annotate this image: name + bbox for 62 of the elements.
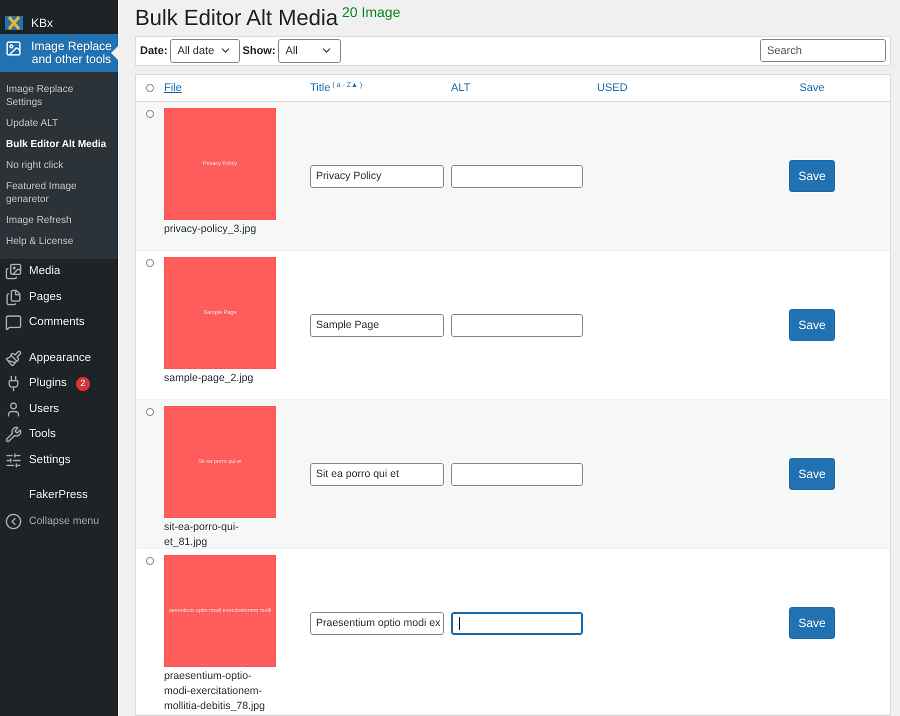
user-icon xyxy=(5,400,22,418)
submenu-item[interactable]: No right click xyxy=(0,155,118,176)
collapse-menu-button[interactable]: Collapse menu xyxy=(0,508,118,534)
menu-item[interactable]: Settings xyxy=(0,448,118,473)
alt-field[interactable] xyxy=(451,612,583,635)
collapse-icon xyxy=(5,513,22,530)
page-title: Bulk Editor Alt Media xyxy=(135,5,338,31)
column-header[interactable]: ALT xyxy=(451,80,470,96)
save-button[interactable]: Save xyxy=(789,309,835,341)
alt-field[interactable] xyxy=(451,463,583,486)
title-field[interactable]: Sample Page xyxy=(310,314,444,337)
file-name: sit-ea-porro-qui-et_81.jpg xyxy=(164,520,240,550)
save-button[interactable]: Save xyxy=(789,458,835,490)
alt-field[interactable] xyxy=(451,165,583,188)
pages-icon xyxy=(5,288,22,306)
date-label: Date: xyxy=(140,44,168,59)
settings-icon xyxy=(5,452,22,469)
row-radio[interactable] xyxy=(146,408,154,416)
show-label: Show: xyxy=(242,44,276,59)
menu-item[interactable]: Plugins 2 xyxy=(0,371,118,396)
file-name: praesentium-optio-modi-exercitationem-mollitia-debitis_78.jpg xyxy=(164,669,266,714)
submenu-item[interactable]: Image Replace Settings xyxy=(0,79,118,113)
save-button[interactable]: Save xyxy=(789,607,835,639)
media-icon xyxy=(5,263,22,280)
image-count: 20 Image xyxy=(342,5,400,19)
submenu-item[interactable]: Bulk Editor Alt Media xyxy=(0,134,118,155)
title-field[interactable]: Sit ea porro qui et xyxy=(310,463,444,486)
menu-item[interactable]: Comments xyxy=(0,310,118,336)
save-button[interactable]: Save xyxy=(789,160,835,192)
menu-item[interactable]: Media xyxy=(0,259,118,284)
submenu-item[interactable]: Featured Image genaretor xyxy=(0,176,118,210)
brush-icon xyxy=(5,350,22,367)
select-all-radio[interactable] xyxy=(146,84,154,92)
submenu-item[interactable]: Help & License xyxy=(0,231,118,252)
menu-item[interactable]: FakerPress xyxy=(0,483,118,508)
column-header[interactable]: USED xyxy=(597,80,628,96)
menu-item[interactable]: Pages xyxy=(0,284,118,310)
show-select[interactable]: All xyxy=(278,38,341,63)
wrench-icon xyxy=(5,426,22,444)
submenu-item[interactable]: Image Refresh xyxy=(0,210,118,231)
image-icon xyxy=(5,40,22,57)
alt-field[interactable] xyxy=(451,314,583,337)
search-field[interactable]: Search xyxy=(760,39,886,62)
x-logo-icon xyxy=(5,14,23,32)
submenu-item[interactable]: Update ALT xyxy=(0,113,118,134)
menu-item[interactable]: KBx xyxy=(0,12,118,34)
column-header[interactable]: File xyxy=(164,80,182,96)
menu-item[interactable]: Tools xyxy=(0,422,118,448)
column-header[interactable]: Save xyxy=(799,80,825,96)
menu-item[interactable]: Appearance xyxy=(0,346,118,371)
count-badge: 2 xyxy=(76,376,90,391)
file-name: privacy-policy_3.jpg xyxy=(164,222,258,237)
date-select[interactable]: All date xyxy=(170,38,240,63)
menu-item[interactable]: Image Replace and other tools xyxy=(0,34,118,72)
menu-item[interactable]: Users xyxy=(0,396,118,422)
row-radio[interactable] xyxy=(146,110,154,118)
title-field[interactable]: Privacy Policy xyxy=(310,165,444,188)
speech-bubble-icon xyxy=(5,314,22,332)
title-field[interactable]: Praesentium optio modi ex xyxy=(310,612,444,635)
row-radio[interactable] xyxy=(146,259,154,267)
row-radio[interactable] xyxy=(146,557,154,565)
file-name: sample-page_2.jpg xyxy=(164,371,254,386)
